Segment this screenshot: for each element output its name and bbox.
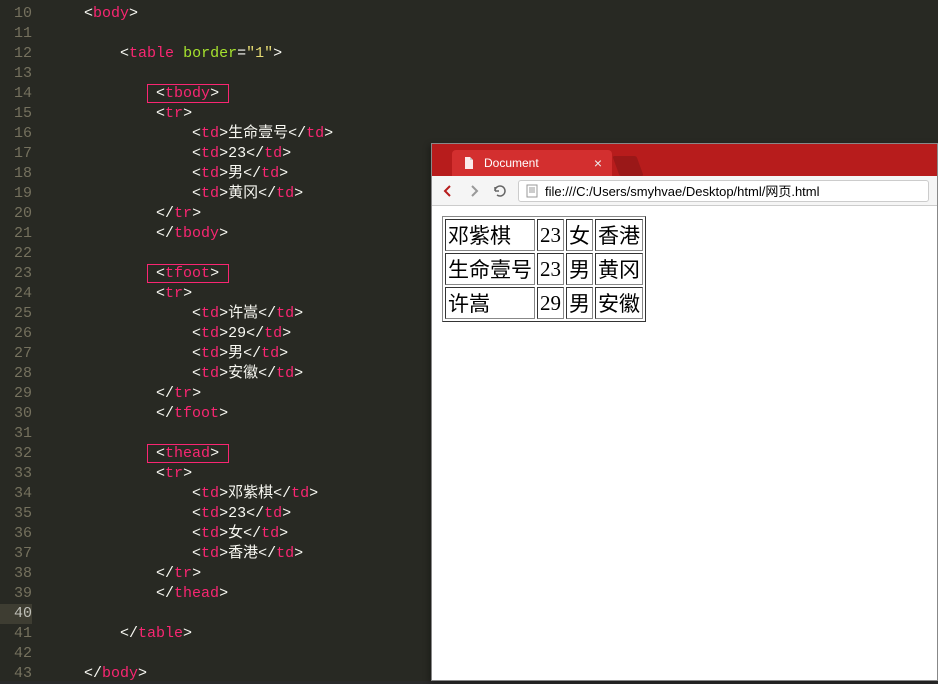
line-number: 41 <box>0 624 32 644</box>
line-number: 37 <box>0 544 32 564</box>
browser-tabstrip: Document × <box>432 144 937 176</box>
line-number: 42 <box>0 644 32 664</box>
table-row: 邓紫棋23女香港 <box>445 219 643 251</box>
address-bar[interactable]: file:///C:/Users/smyhvae/Desktop/html/网页… <box>518 180 929 202</box>
code-line[interactable]: <tr> <box>40 104 938 124</box>
line-number: 43 <box>0 664 32 684</box>
code-line[interactable]: <table border="1"> <box>40 44 938 64</box>
line-number: 35 <box>0 504 32 524</box>
table-cell: 邓紫棋 <box>445 219 535 251</box>
line-number: 18 <box>0 164 32 184</box>
line-number: 38 <box>0 564 32 584</box>
line-number: 11 <box>0 24 32 44</box>
line-number: 26 <box>0 324 32 344</box>
line-number: 22 <box>0 244 32 264</box>
table-row: 生命壹号23男黄冈 <box>445 253 643 285</box>
forward-button[interactable] <box>466 183 482 199</box>
back-button[interactable] <box>440 183 456 199</box>
table-cell: 23 <box>537 219 564 251</box>
line-number: 31 <box>0 424 32 444</box>
rendered-table: 邓紫棋23女香港生命壹号23男黄冈许嵩29男安徽 <box>442 216 646 322</box>
browser-window: Document × file:///C:/Users/smyhvae/Desk… <box>431 143 938 681</box>
code-line[interactable] <box>40 24 938 44</box>
line-number: 29 <box>0 384 32 404</box>
page-icon <box>525 184 539 198</box>
line-number: 21 <box>0 224 32 244</box>
line-number: 40 <box>0 604 32 624</box>
line-number: 28 <box>0 364 32 384</box>
line-number: 34 <box>0 484 32 504</box>
line-number: 16 <box>0 124 32 144</box>
reload-button[interactable] <box>492 183 508 199</box>
browser-tab[interactable]: Document × <box>452 150 612 176</box>
close-icon[interactable]: × <box>594 155 602 171</box>
table-cell: 23 <box>537 253 564 285</box>
table-cell: 生命壹号 <box>445 253 535 285</box>
table-cell: 男 <box>566 287 593 319</box>
table-cell: 29 <box>537 287 564 319</box>
line-gutter: 1011121314151617181920212223242526272829… <box>0 0 40 681</box>
file-icon <box>462 156 476 170</box>
table-cell: 许嵩 <box>445 287 535 319</box>
table-cell: 男 <box>566 253 593 285</box>
url-text: file:///C:/Users/smyhvae/Desktop/html/网页… <box>545 181 820 200</box>
line-number: 32 <box>0 444 32 464</box>
line-number: 12 <box>0 44 32 64</box>
table-cell: 黄冈 <box>595 253 643 285</box>
table-cell: 女 <box>566 219 593 251</box>
browser-viewport[interactable]: 邓紫棋23女香港生命壹号23男黄冈许嵩29男安徽 <box>432 206 937 332</box>
table-row: 许嵩29男安徽 <box>445 287 643 319</box>
line-number: 23 <box>0 264 32 284</box>
code-line[interactable]: <td>生命壹号</td> <box>40 124 938 144</box>
table-cell: 香港 <box>595 219 643 251</box>
line-number: 30 <box>0 404 32 424</box>
line-number: 19 <box>0 184 32 204</box>
tab-title: Document <box>484 156 539 170</box>
code-line[interactable]: <body> <box>40 4 938 24</box>
new-tab-button[interactable] <box>612 156 643 176</box>
line-number: 39 <box>0 584 32 604</box>
line-number: 33 <box>0 464 32 484</box>
line-number: 15 <box>0 104 32 124</box>
line-number: 25 <box>0 304 32 324</box>
code-line[interactable]: <tbody> <box>40 84 938 104</box>
table-cell: 安徽 <box>595 287 643 319</box>
line-number: 36 <box>0 524 32 544</box>
line-number: 24 <box>0 284 32 304</box>
browser-toolbar: file:///C:/Users/smyhvae/Desktop/html/网页… <box>432 176 937 206</box>
line-number: 14 <box>0 84 32 104</box>
line-number: 20 <box>0 204 32 224</box>
line-number: 27 <box>0 344 32 364</box>
line-number: 10 <box>0 4 32 24</box>
code-line[interactable] <box>40 64 938 84</box>
line-number: 13 <box>0 64 32 84</box>
line-number: 17 <box>0 144 32 164</box>
